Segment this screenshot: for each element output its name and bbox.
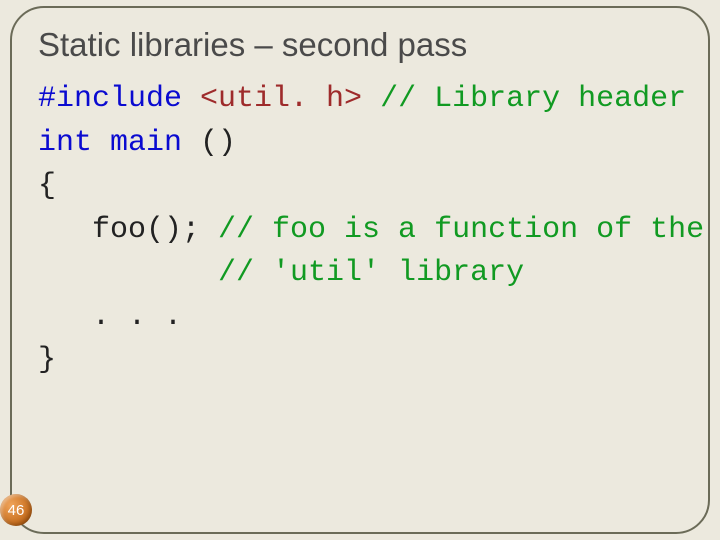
- code-comment: // Library header: [362, 82, 686, 116]
- code-block: #include <util. h> // Library header int…: [38, 78, 682, 383]
- code-keyword-int: int: [38, 126, 92, 160]
- code-comment: // 'util' library: [218, 256, 524, 290]
- code-text: foo();: [38, 213, 218, 247]
- code-text: (): [182, 126, 236, 160]
- code-brace-open: {: [38, 169, 56, 203]
- code-include-path: <util. h>: [182, 82, 362, 116]
- code-brace-close: }: [38, 343, 56, 377]
- code-text: [92, 126, 110, 160]
- code-keyword-main: main: [110, 126, 182, 160]
- page-number: 46: [8, 502, 25, 519]
- code-comment: // foo is a function of the: [218, 213, 704, 247]
- code-text: [38, 256, 218, 290]
- slide-frame: Static libraries – second pass #include …: [10, 6, 710, 534]
- page-number-badge: 46: [0, 494, 32, 526]
- slide-title: Static libraries – second pass: [38, 26, 682, 64]
- code-text: . . .: [38, 300, 182, 334]
- code-keyword-include: #include: [38, 82, 182, 116]
